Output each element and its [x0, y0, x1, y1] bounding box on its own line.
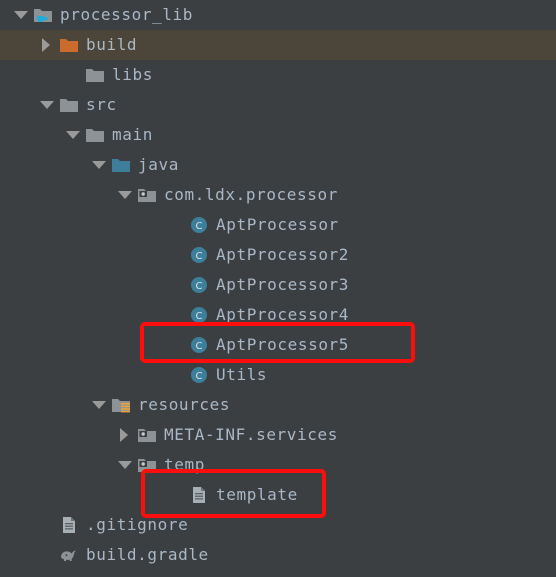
- chevron-down-icon[interactable]: [62, 120, 84, 150]
- svg-text:C: C: [196, 311, 203, 322]
- module-folder-icon: [32, 4, 54, 26]
- chevron-right-icon[interactable]: [114, 420, 136, 450]
- tree-row-label: AptProcessor3: [216, 275, 350, 294]
- tree-row[interactable]: [0, 570, 556, 577]
- class-icon: C: [188, 274, 210, 296]
- tree-row-label: AptProcessor2: [216, 245, 350, 264]
- svg-text:C: C: [196, 281, 203, 292]
- tree-row[interactable]: java: [0, 150, 556, 180]
- chevron-down-icon[interactable]: [114, 180, 136, 210]
- tree-row-label: META-INF.services: [164, 425, 338, 444]
- chevron-down-icon[interactable]: [114, 450, 136, 480]
- excluded-folder-icon: [58, 34, 80, 56]
- package-icon: [136, 424, 158, 446]
- resources-folder-icon: [110, 394, 132, 416]
- source-folder-icon: [110, 154, 132, 176]
- tree-row-label: build.gradle: [86, 545, 209, 564]
- folder-icon: [58, 94, 80, 116]
- twisty-spacer: [166, 480, 188, 510]
- chevron-right-icon[interactable]: [36, 30, 58, 60]
- tree-row-label: AptProcessor5: [216, 335, 350, 354]
- twisty-spacer: [62, 60, 84, 90]
- tree-row-label: com.ldx.processor: [164, 185, 338, 204]
- tree-row-label: src: [86, 95, 117, 114]
- twisty-spacer: [166, 270, 188, 300]
- tree-row[interactable]: C AptProcessor2: [0, 240, 556, 270]
- tree-row[interactable]: resources: [0, 390, 556, 420]
- tree-row-label: .gitignore: [86, 515, 189, 534]
- folder-icon: [84, 64, 106, 86]
- tree-row-label: temp: [164, 455, 205, 474]
- tree-row-label: build: [86, 35, 138, 54]
- tree-row[interactable]: template: [0, 480, 556, 510]
- folder-icon: [84, 124, 106, 146]
- tree-row[interactable]: temp: [0, 450, 556, 480]
- svg-text:C: C: [196, 251, 203, 262]
- twisty-spacer: [166, 240, 188, 270]
- tree-row[interactable]: src: [0, 90, 556, 120]
- twisty-spacer: [36, 510, 58, 540]
- project-tool-window: processor_lib build libs src main java c…: [0, 0, 556, 577]
- twisty-spacer: [166, 360, 188, 390]
- svg-text:C: C: [196, 221, 203, 232]
- tree-row[interactable]: C AptProcessor5: [0, 330, 556, 360]
- tree-row[interactable]: .gitignore: [0, 510, 556, 540]
- tree-row[interactable]: processor_lib: [0, 0, 556, 30]
- tree-row-label: AptProcessor4: [216, 305, 350, 324]
- chevron-down-icon[interactable]: [88, 150, 110, 180]
- package-icon: [136, 184, 158, 206]
- twisty-spacer: [166, 330, 188, 360]
- class-icon: C: [188, 364, 210, 386]
- tree-row[interactable]: com.ldx.processor: [0, 180, 556, 210]
- class-icon: C: [188, 244, 210, 266]
- gradle-icon: [58, 544, 80, 566]
- chevron-down-icon[interactable]: [36, 90, 58, 120]
- class-icon: C: [188, 214, 210, 236]
- twisty-spacer: [166, 210, 188, 240]
- tree-row[interactable]: C AptProcessor4: [0, 300, 556, 330]
- tree-row-label: main: [112, 125, 153, 144]
- twisty-spacer: [36, 540, 58, 570]
- class-icon: C: [188, 304, 210, 326]
- tree-row-label: AptProcessor: [216, 215, 339, 234]
- tree-row-label: java: [138, 155, 179, 174]
- tree-row-label: Utils: [216, 365, 268, 384]
- tree-row[interactable]: build: [0, 30, 556, 60]
- class-icon: C: [188, 334, 210, 356]
- tree-row[interactable]: C AptProcessor3: [0, 270, 556, 300]
- tree-row[interactable]: main: [0, 120, 556, 150]
- chevron-down-icon[interactable]: [10, 0, 32, 30]
- tree-row[interactable]: libs: [0, 60, 556, 90]
- file-icon: [188, 484, 210, 506]
- svg-text:C: C: [196, 371, 203, 382]
- svg-text:C: C: [196, 341, 203, 352]
- tree-row-label: resources: [138, 395, 231, 414]
- file-icon: [58, 514, 80, 536]
- package-icon: [136, 454, 158, 476]
- twisty-spacer: [166, 300, 188, 330]
- tree-row-label: processor_lib: [60, 5, 194, 24]
- tree-row[interactable]: C AptProcessor: [0, 210, 556, 240]
- tree-row[interactable]: C Utils: [0, 360, 556, 390]
- twisty-spacer: [36, 570, 58, 577]
- tree-row-label: template: [216, 485, 298, 504]
- tree-row[interactable]: META-INF.services: [0, 420, 556, 450]
- tree-row[interactable]: build.gradle: [0, 540, 556, 570]
- chevron-down-icon[interactable]: [88, 390, 110, 420]
- tree-row-label: libs: [112, 65, 153, 84]
